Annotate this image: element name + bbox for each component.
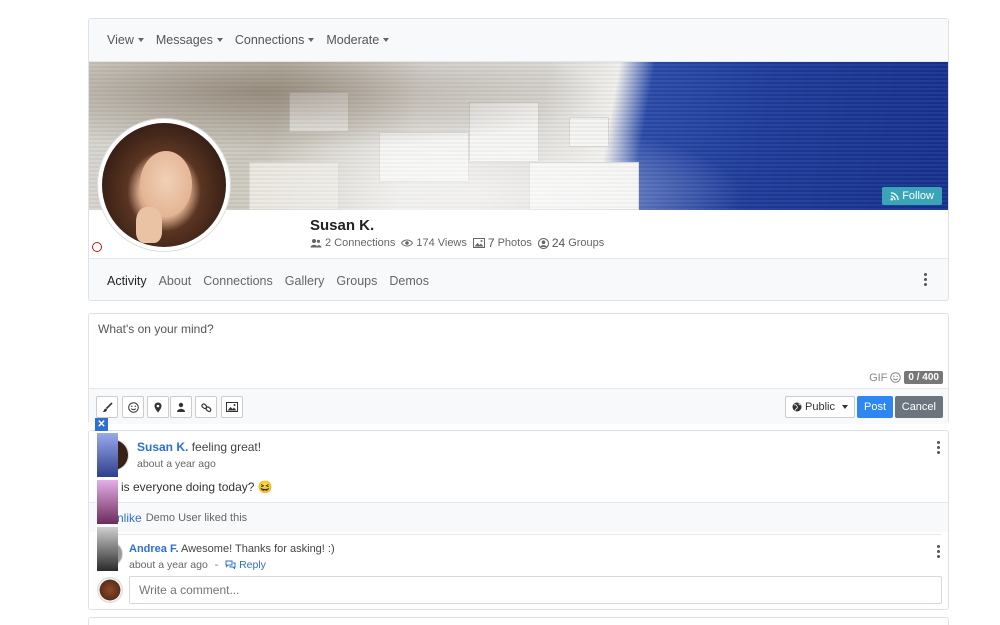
tab-connections[interactable]: Connections (203, 274, 273, 288)
photo-button[interactable] (221, 396, 243, 418)
cancel-button[interactable]: Cancel (894, 396, 943, 418)
tab-groups[interactable]: Groups (336, 274, 377, 288)
caret-down-icon (842, 405, 848, 409)
gif-button[interactable]: GIF (869, 372, 887, 384)
next-activity-post (88, 617, 949, 625)
char-count-badge: 0 / 400 (904, 371, 943, 384)
post-timestamp[interactable]: about a year ago (137, 458, 216, 470)
color-picker-overlay: ✕ (95, 418, 120, 571)
likes-bar: nlike Demo User liked this (89, 502, 948, 532)
comment-timestamp: about a year ago (129, 559, 208, 571)
status-composer: What's on your mind? GIF 0 / 400 Public … (88, 313, 949, 424)
eye-icon (401, 239, 414, 247)
post-author-link[interactable]: Susan K. (137, 440, 188, 454)
online-status-icon (92, 242, 102, 252)
emoji-button[interactable] (122, 396, 144, 418)
color-swatch-gray[interactable] (97, 527, 118, 571)
stat-photos[interactable]: 7 Photos (472, 236, 532, 250)
composer-toolbar: Public Post Cancel (89, 388, 948, 424)
paintbrush-icon (102, 401, 113, 412)
globe-icon (792, 402, 802, 412)
post-options-icon[interactable] (937, 441, 941, 454)
smiley-icon (127, 401, 139, 413)
status-input[interactable]: What's on your mind? (98, 322, 214, 336)
likes-text: Demo User liked this (145, 511, 248, 524)
profile-name: Susan K. (310, 217, 375, 234)
stat-connections[interactable]: 2 Connections (310, 237, 395, 249)
color-swatch-blue[interactable] (97, 433, 118, 477)
composer-meta: GIF 0 / 400 (869, 371, 943, 384)
location-button[interactable] (147, 396, 169, 418)
profile-stats: 2 Connections 174 Views 7 Photos 24 Grou… (310, 236, 604, 250)
caret-down-icon (137, 38, 144, 42)
smiley-icon[interactable] (890, 372, 902, 383)
user-icon (177, 402, 185, 412)
caret-down-icon (308, 38, 315, 42)
link-button[interactable] (195, 396, 217, 418)
comment-text: Andrea F. Awesome! Thanks for asking! :) (129, 543, 335, 555)
comment-input-row (97, 575, 942, 605)
comment-item: Andrea F. Awesome! Thanks for asking! :)… (97, 534, 941, 572)
brush-button[interactable] (96, 396, 118, 418)
post-body: is everyone doing today? 😆 (121, 480, 273, 494)
nav-connections-menu[interactable]: Connections (235, 33, 315, 47)
color-swatch-pink[interactable] (97, 480, 118, 524)
profile-avatar[interactable] (97, 118, 231, 252)
stat-views: 174 Views (401, 237, 467, 249)
map-marker-icon (154, 402, 162, 412)
users-icon (310, 239, 322, 248)
post-button[interactable]: Post (856, 396, 893, 418)
avatar-hand (136, 207, 162, 243)
tab-about[interactable]: About (159, 274, 192, 288)
more-options-icon[interactable] (924, 273, 928, 286)
profile-tabs: Activity About Connections Gallery Group… (89, 258, 948, 300)
unlike-link[interactable]: nlike (117, 511, 142, 525)
nav-view-menu[interactable]: View (107, 33, 144, 47)
tab-demos[interactable]: Demos (389, 274, 429, 288)
reply-link[interactable]: Reply (225, 559, 266, 571)
top-nav: View Messages Connections Moderate (89, 19, 948, 62)
stat-groups[interactable]: 24 Groups (537, 236, 604, 250)
current-user-avatar (97, 577, 123, 603)
profile-card: View Messages Connections Moderate Follo… (88, 18, 949, 301)
activity-post: Susan K. feeling great! about a year ago… (88, 430, 949, 610)
image-icon (472, 238, 485, 248)
profile-avatar-photo (102, 123, 226, 247)
post-header: Susan K. feeling great! (137, 440, 261, 454)
follow-button[interactable]: Follow (882, 187, 942, 205)
tag-user-button[interactable] (170, 396, 192, 418)
comment-meta: about a year ago - Reply (129, 559, 266, 571)
comments-icon (225, 560, 236, 569)
privacy-dropdown[interactable]: Public (785, 396, 855, 418)
nav-moderate-menu[interactable]: Moderate (326, 33, 390, 47)
caret-down-icon (216, 38, 223, 42)
comment-options-icon[interactable] (937, 545, 941, 558)
user-circle-icon (537, 237, 549, 249)
close-icon[interactable]: ✕ (95, 418, 108, 431)
nav-messages-menu[interactable]: Messages (156, 33, 223, 47)
caret-down-icon (383, 38, 390, 42)
tab-gallery[interactable]: Gallery (285, 274, 325, 288)
rss-icon (890, 191, 899, 200)
image-icon (226, 402, 238, 412)
comment-input[interactable] (129, 576, 942, 604)
post-action: feeling great! (191, 440, 262, 454)
link-icon (200, 402, 211, 412)
comment-author-link[interactable]: Andrea F. (129, 543, 179, 555)
tab-activity[interactable]: Activity (107, 274, 147, 288)
